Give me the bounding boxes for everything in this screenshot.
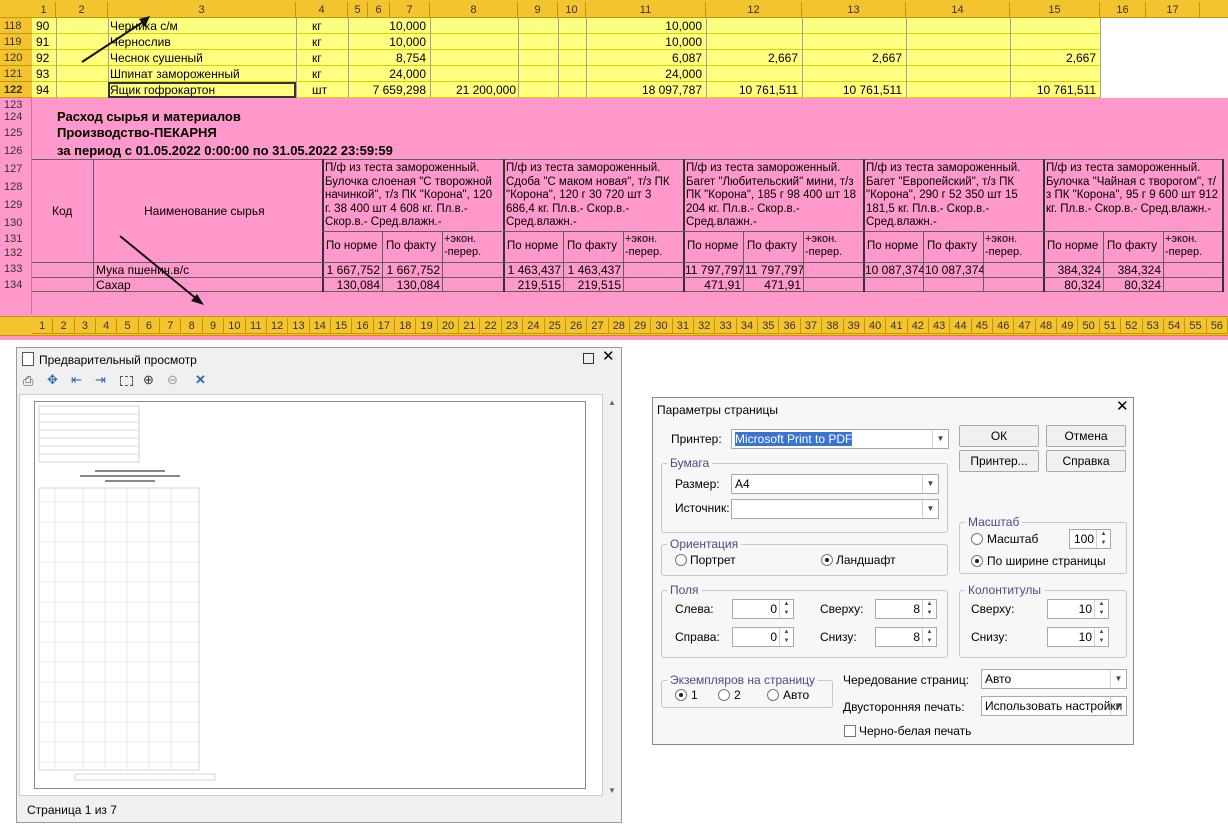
bottom-margin-value: 8 [913, 630, 920, 644]
zoom-in-icon[interactable]: ⊕ [143, 373, 154, 387]
header-value: 10 [1078, 602, 1092, 616]
close-icon[interactable]: ✕ [602, 349, 615, 364]
paper-size-value: А4 [735, 477, 750, 491]
copies-1-radio[interactable] [675, 689, 687, 701]
close-x-icon[interactable]: ✕ [195, 373, 206, 387]
preview-toolbar: ⎙ ✥ ⇤ ⇥ ⊕ ⊖ ✕ [17, 371, 621, 393]
page-view-icon[interactable] [120, 376, 133, 386]
portrait-radio[interactable] [675, 554, 687, 566]
print-icon[interactable]: ⎙ [23, 374, 33, 388]
preview-vertical-scrollbar[interactable]: ▲ ▼ [604, 394, 620, 796]
printer-label: Принтер: [671, 432, 722, 446]
annotation-arrows [81, 16, 204, 305]
duplex-select[interactable]: Использовать настройки ▼ [981, 696, 1127, 716]
help-button[interactable]: Справка [1046, 450, 1126, 472]
spin-icon[interactable]: ▲ ▼ [1094, 628, 1108, 646]
preview-status: Страница 1 из 7 [27, 803, 117, 817]
duplex-label: Двусторонняя печать: [843, 700, 965, 714]
right-margin-input[interactable]: 0 ▲ ▼ [732, 627, 794, 647]
scroll-down-icon[interactable]: ▼ [608, 784, 616, 798]
paper-source-select[interactable]: ▼ [731, 499, 939, 519]
dialog-close-icon[interactable]: ✕ [1116, 399, 1129, 414]
copies-2-radio[interactable] [718, 689, 730, 701]
portrait-label: Портрет [690, 553, 736, 567]
alternate-value: Авто [985, 672, 1012, 686]
spin-icon[interactable]: ▲ ▼ [779, 600, 793, 618]
preview-titlebar: Предварительный просмотр ✕ [17, 348, 621, 370]
spin-icon[interactable]: ▲ ▼ [1094, 600, 1108, 618]
cancel-button[interactable]: Отмена [1046, 425, 1126, 447]
left-margin-label: Слева: [675, 602, 714, 616]
alternate-select[interactable]: Авто ▼ [981, 669, 1127, 689]
chevron-down-icon[interactable]: ▼ [922, 500, 938, 518]
bottom-margin-label: Снизу: [820, 630, 857, 644]
page-next-icon[interactable]: ⇥ [95, 373, 106, 387]
left-margin-value: 0 [770, 602, 777, 616]
copies-1-label: 1 [691, 688, 698, 702]
footer-input[interactable]: 10 ▲ ▼ [1047, 627, 1109, 647]
bw-print-checkbox[interactable] [844, 725, 856, 737]
right-margin-label: Справа: [675, 630, 720, 644]
dialog-title: Параметры страницы [657, 403, 778, 417]
scale-group-title: Масштаб [965, 515, 1023, 529]
copies-auto-radio[interactable] [767, 689, 779, 701]
header-footer-group-title: Колонтитулы [965, 583, 1045, 597]
footer-label: Снизу: [971, 630, 1008, 644]
top-margin-value: 8 [913, 602, 920, 616]
scale-radio-label: Масштаб [987, 532, 1039, 546]
page-prev-icon[interactable]: ⇤ [71, 373, 82, 387]
alternate-label: Чередование страниц: [843, 673, 970, 687]
page-setup-dialog[interactable]: Параметры страницы ✕ Принтер: Microsoft … [652, 397, 1134, 745]
page-thumbnail-content [38, 405, 216, 781]
spin-icon[interactable]: ▲ ▼ [922, 628, 936, 646]
size-label: Размер: [675, 477, 720, 491]
copies-auto-label: Авто [783, 688, 810, 702]
scale-input[interactable]: 100 ▲ ▼ [1069, 529, 1111, 549]
paper-group-title: Бумага [667, 456, 713, 470]
ok-button[interactable]: ОК [959, 425, 1039, 447]
duplex-value: Использовать настройки [985, 699, 1123, 713]
scale-value: 100 [1073, 532, 1094, 546]
chevron-down-icon[interactable]: ▼ [1110, 697, 1126, 715]
right-margin-value: 0 [770, 630, 777, 644]
landscape-label: Ландшафт [836, 553, 896, 567]
preview-title: Предварительный просмотр [39, 353, 197, 367]
spin-icon[interactable]: ▲ ▼ [779, 628, 793, 646]
paper-size-select[interactable]: А4 ▼ [731, 474, 939, 494]
spin-icon[interactable]: ▲ ▼ [1096, 530, 1110, 548]
footer-value: 10 [1078, 630, 1092, 644]
top-margin-input[interactable]: 8 ▲ ▼ [875, 599, 937, 619]
chevron-down-icon[interactable]: ▼ [932, 430, 948, 448]
fit-width-radio[interactable] [971, 555, 983, 567]
bottom-margin-input[interactable]: 8 ▲ ▼ [875, 627, 937, 647]
preview-canvas[interactable] [19, 394, 603, 796]
printer-select[interactable]: Microsoft Print to PDF ▼ [731, 429, 949, 449]
left-margin-input[interactable]: 0 ▲ ▼ [732, 599, 794, 619]
orientation-group-title: Ориентация [667, 537, 742, 551]
source-label: Источник: [675, 501, 730, 515]
scroll-up-icon[interactable]: ▲ [608, 396, 616, 410]
copies-group-title: Экземпляров на страницу [667, 673, 819, 687]
landscape-radio[interactable] [821, 554, 833, 566]
chevron-down-icon[interactable]: ▼ [922, 475, 938, 493]
margins-group-title: Поля [667, 583, 702, 597]
maximize-icon[interactable] [583, 353, 594, 364]
page-thumbnail [34, 401, 586, 789]
header-input[interactable]: 10 ▲ ▼ [1047, 599, 1109, 619]
move-icon[interactable]: ✥ [47, 373, 58, 387]
scale-radio[interactable] [971, 533, 983, 545]
printer-value: Microsoft Print to PDF [735, 432, 853, 446]
preview-doc-icon [22, 352, 34, 366]
print-preview-window[interactable]: Предварительный просмотр ✕ ⎙ ✥ ⇤ ⇥ ⊕ ⊖ ✕ [16, 347, 622, 823]
bw-print-label: Черно-белая печать [859, 724, 972, 738]
copies-2-label: 2 [734, 688, 741, 702]
header-label: Сверху: [971, 602, 1015, 616]
printer-settings-button[interactable]: Принтер... [959, 450, 1039, 472]
zoom-out-icon[interactable]: ⊖ [167, 373, 178, 387]
fit-width-label: По ширине страницы [987, 554, 1106, 568]
spreadsheet[interactable]: 1 2 3 4 5 6 7 8 9 10 11 12 13 14 15 16 17 118 90 Черника с… [0, 0, 1228, 340]
chevron-down-icon[interactable]: ▼ [1110, 670, 1126, 688]
spin-icon[interactable]: ▲ ▼ [922, 600, 936, 618]
top-margin-label: Сверху: [820, 602, 864, 616]
